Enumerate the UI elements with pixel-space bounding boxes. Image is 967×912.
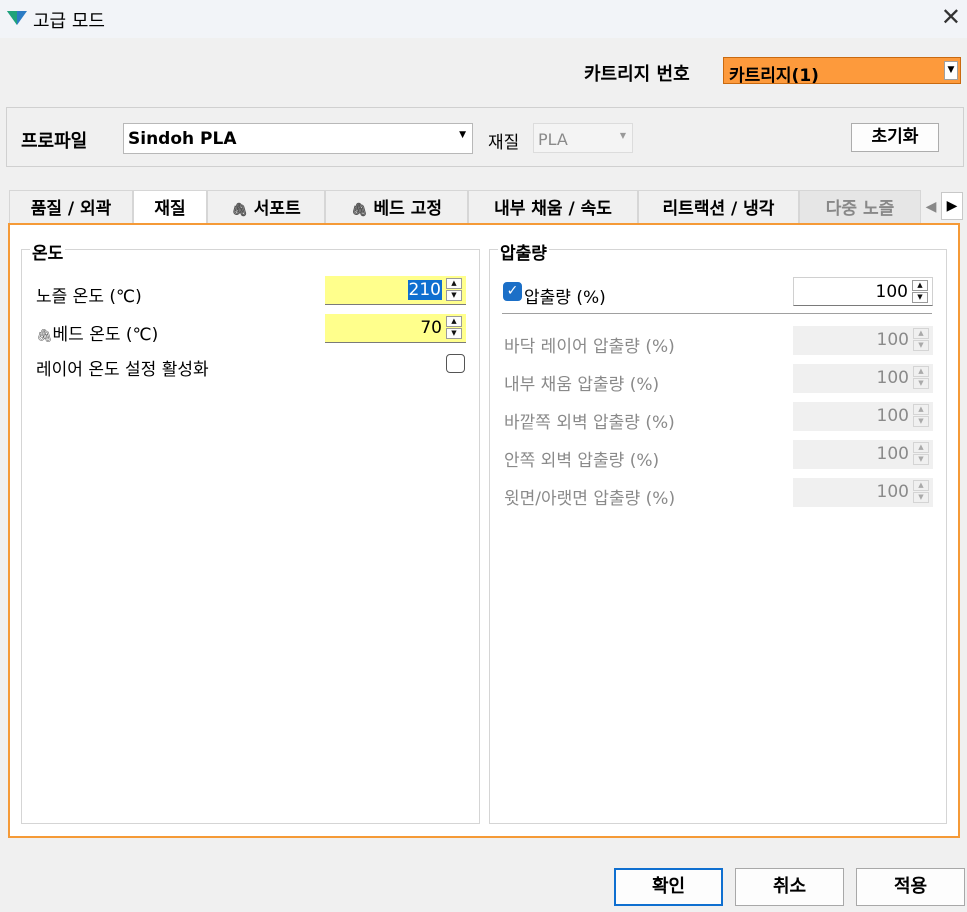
chevron-up-icon: ▲ (913, 366, 929, 377)
chevron-down-icon: ▼ (913, 454, 929, 465)
tab-infill-speed[interactable]: 내부 채움 / 속도 (468, 190, 638, 224)
tab-bed-adhesion[interactable]: 🖇 베드 고정 (325, 190, 468, 224)
tab-quality[interactable]: 품질 / 외곽 (9, 190, 133, 224)
bottom-layer-extrusion-value: 100 (876, 330, 909, 350)
chevron-up-icon[interactable]: ▲ (446, 316, 462, 327)
scroll-right-icon[interactable]: ▶ (941, 192, 963, 220)
material-select: PLA ▼ (533, 123, 633, 153)
spin-buttons: ▲ ▼ (913, 480, 931, 504)
chevron-up-icon: ▲ (913, 328, 929, 339)
ok-button[interactable]: 확인 (614, 868, 723, 906)
chevron-down-icon[interactable]: ▼ (446, 328, 462, 339)
paperclip-icon: 🖇 (351, 203, 368, 218)
outer-wall-extrusion-input: 100 ▲ ▼ (793, 402, 933, 431)
outer-wall-extrusion-label: 바깥쪽 외벽 압출량 (%) (504, 413, 675, 433)
infill-extrusion-label: 내부 채움 압출량 (%) (504, 375, 660, 395)
app-logo-icon (7, 11, 27, 25)
chevron-up-icon: ▲ (913, 442, 929, 453)
inner-wall-extrusion-label: 안쪽 외벽 압출량 (%) (504, 451, 660, 471)
tab-retraction-cooling[interactable]: 리트랙션 / 냉각 (638, 190, 799, 224)
extrusion-value: 100 (875, 282, 908, 302)
layer-temp-label: 레이어 온도 설정 활성화 (36, 360, 209, 380)
extrusion-label: 압출량 (%) (524, 288, 606, 308)
cartridge-value: 카트리지(1) (729, 66, 819, 86)
inner-wall-extrusion-value: 100 (876, 444, 909, 464)
bed-temp-label: 🖇베드 온도 (℃) (36, 325, 159, 345)
chevron-down-icon[interactable]: ▼ (912, 292, 928, 303)
chevron-up-icon[interactable]: ▲ (446, 278, 462, 289)
chevron-down-icon: ▼ (619, 131, 626, 140)
spin-buttons: ▲ ▼ (913, 404, 931, 428)
profile-value: Sindoh PLA (128, 129, 237, 149)
chevron-up-icon[interactable]: ▲ (912, 280, 928, 291)
cartridge-label: 카트리지 번호 (584, 64, 690, 85)
chevron-down-icon: ▼ (913, 416, 929, 427)
reset-button[interactable]: 초기화 (851, 123, 939, 152)
chevron-down-icon[interactable]: ▼ (446, 290, 462, 301)
spin-buttons: ▲ ▼ (913, 328, 931, 352)
close-icon[interactable]: ✕ (941, 5, 961, 29)
chevron-down-icon: ▼ (913, 340, 929, 351)
nozzle-temp-value: 210 (407, 280, 442, 300)
apply-button[interactable]: 적용 (856, 868, 965, 906)
bed-temp-value: 70 (420, 318, 442, 338)
nozzle-temp-label: 노즐 온도 (℃) (36, 287, 142, 307)
extrusion-group-title: 압출량 (498, 239, 549, 264)
layer-temp-checkbox[interactable] (446, 354, 465, 373)
material-value: PLA (538, 130, 568, 149)
divider (502, 313, 932, 314)
bottom-layer-extrusion-input: 100 ▲ ▼ (793, 326, 933, 355)
inner-wall-extrusion-input: 100 ▲ ▼ (793, 440, 933, 469)
bed-temp-input[interactable]: 70 ▲ ▼ (325, 314, 466, 343)
window-title: 고급 모드 (33, 11, 105, 32)
profile-label: 프로파일 (21, 131, 88, 152)
scroll-left-icon[interactable]: ◀ (922, 193, 940, 221)
chevron-up-icon: ▲ (913, 404, 929, 415)
top-bottom-extrusion-label: 윗면/아랫면 압출량 (%) (504, 489, 676, 509)
title-bar: 고급 모드 ✕ (0, 0, 967, 38)
chevron-down-icon: ▼ (913, 378, 929, 389)
nozzle-temp-input[interactable]: 210 ▲ ▼ (325, 276, 466, 305)
paperclip-icon: 🖇 (36, 329, 53, 344)
tab-multi-nozzle[interactable]: 다중 노즐 (799, 190, 921, 224)
spin-buttons: ▲ ▼ (913, 442, 931, 466)
tab-support[interactable]: 🖇 서포트 (207, 190, 325, 224)
cartridge-select[interactable]: 카트리지(1) ▼ (723, 57, 961, 86)
spin-buttons[interactable]: ▲ ▼ (912, 280, 930, 304)
chevron-up-icon: ▲ (913, 480, 929, 491)
extrusion-input[interactable]: 100 ▲ ▼ (793, 277, 933, 306)
tab-bar: 품질 / 외곽 재질 🖇 서포트 🖇 베드 고정 내부 채움 / 속도 리트랙션 /… (9, 190, 959, 226)
tab-material[interactable]: 재질 (133, 190, 207, 226)
infill-extrusion-input: 100 ▲ ▼ (793, 364, 933, 393)
top-bottom-extrusion-value: 100 (876, 482, 909, 502)
top-bottom-extrusion-input: 100 ▲ ▼ (793, 478, 933, 507)
chevron-down-icon: ▼ (459, 130, 466, 140)
bottom-layer-extrusion-label: 바닥 레이어 압출량 (%) (504, 337, 675, 357)
material-label: 재질 (488, 133, 520, 153)
extrusion-checkbox[interactable]: ✓ (503, 282, 522, 301)
infill-extrusion-value: 100 (876, 368, 909, 388)
spin-buttons[interactable]: ▲ ▼ (446, 316, 464, 340)
spin-buttons[interactable]: ▲ ▼ (446, 278, 464, 302)
profile-select[interactable]: Sindoh PLA ▼ (123, 123, 473, 154)
paperclip-icon: 🖇 (231, 203, 248, 218)
cancel-button[interactable]: 취소 (735, 868, 844, 906)
chevron-down-icon[interactable]: ▼ (944, 61, 958, 80)
chevron-down-icon: ▼ (913, 492, 929, 503)
temperature-group-title: 온도 (30, 239, 66, 264)
spin-buttons: ▲ ▼ (913, 366, 931, 390)
outer-wall-extrusion-value: 100 (876, 406, 909, 426)
